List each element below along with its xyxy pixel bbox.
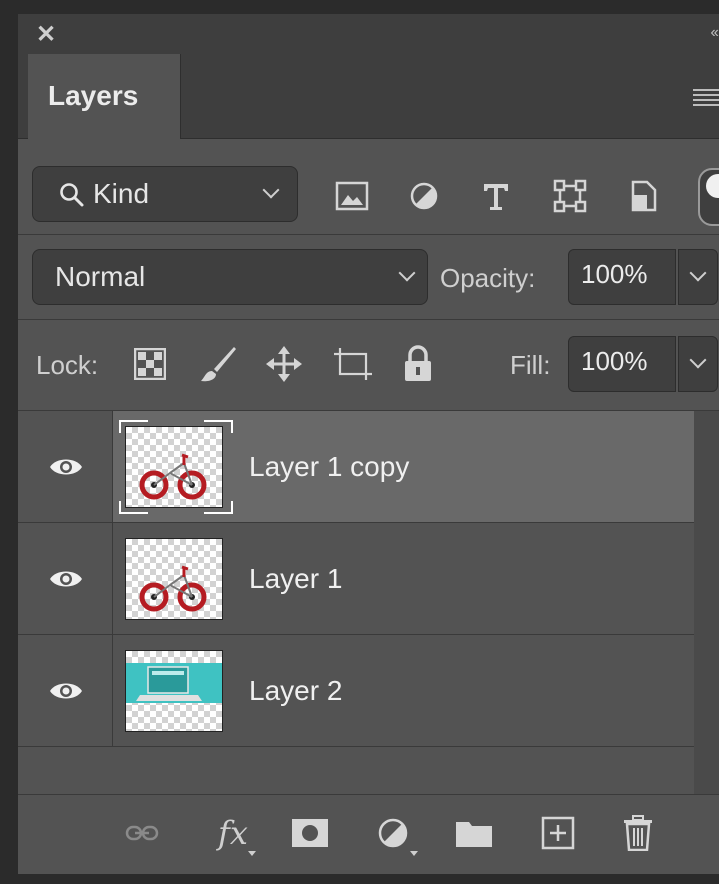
shape-filter-icon[interactable] — [548, 176, 592, 216]
panel-title-bar: ✕ ‹‹ — [18, 14, 719, 54]
fx-icon[interactable]: fx — [208, 813, 258, 856]
lock-transparent-pixels-icon[interactable] — [130, 344, 170, 384]
link-layers-icon[interactable] — [120, 813, 164, 853]
visibility-column — [18, 635, 113, 746]
selection-frame-icon — [119, 420, 233, 514]
chevron-down-icon — [689, 351, 707, 369]
new-layer-icon[interactable] — [536, 813, 580, 853]
layer-thumbnail[interactable] — [125, 538, 223, 620]
fill-input[interactable]: 100% — [568, 336, 676, 392]
dropdown-triangle-icon — [410, 851, 418, 856]
lock-position-icon[interactable] — [262, 344, 306, 384]
blend-row: Normal Opacity: 100% — [18, 235, 719, 320]
kind-filter-label: Kind — [93, 178, 150, 209]
eye-icon[interactable] — [48, 455, 84, 479]
blend-mode-value: Normal — [55, 261, 146, 292]
layers-footer-toolbar: fx — [18, 794, 719, 874]
opacity-input[interactable]: 100% — [568, 249, 676, 305]
tab-layers-label: Layers — [48, 80, 139, 111]
close-icon[interactable]: ✕ — [36, 20, 56, 49]
bicycle-thumbnail-image — [139, 565, 207, 612]
search-icon — [60, 183, 84, 207]
chevron-down-icon — [689, 264, 707, 282]
adjustment-filter-icon[interactable] — [402, 176, 446, 216]
group-folder-icon[interactable] — [452, 813, 496, 853]
layer-name[interactable]: Layer 1 — [249, 563, 342, 595]
laptop-thumbnail-image — [126, 663, 222, 703]
layer-name[interactable]: Layer 1 copy — [249, 451, 409, 483]
kind-filter-dropdown[interactable]: Kind — [32, 166, 298, 222]
panel-menu-icon[interactable] — [693, 89, 719, 107]
fx-label: fx — [218, 814, 248, 852]
eye-icon[interactable] — [48, 567, 84, 591]
layer-row[interactable]: Layer 2 — [18, 635, 694, 747]
visibility-column — [18, 523, 113, 634]
tab-layers[interactable]: Layers — [28, 54, 181, 139]
layers-panel: ✕ ‹‹ Layers Kind Normal Opacity: 100% Lo… — [18, 14, 719, 874]
lock-label: Lock: — [36, 350, 99, 380]
blend-mode-dropdown[interactable]: Normal — [32, 249, 428, 305]
opacity-label: Opacity: — [440, 263, 536, 293]
panel-tab-bar: Layers — [18, 54, 719, 139]
layer-thumbnail[interactable] — [125, 650, 223, 732]
eye-icon[interactable] — [48, 679, 84, 703]
image-filter-icon[interactable] — [330, 176, 374, 216]
chevron-down-icon — [398, 264, 416, 282]
layer-name[interactable]: Layer 2 — [249, 675, 342, 707]
layers-scrollbar[interactable] — [694, 411, 719, 794]
collapse-icon[interactable]: ‹‹ — [710, 24, 719, 42]
fill-label: Fill: — [510, 350, 551, 380]
trash-icon[interactable] — [616, 813, 660, 853]
fill-dropdown-button[interactable] — [678, 336, 718, 392]
opacity-dropdown-button[interactable] — [678, 249, 718, 305]
lock-artboard-icon[interactable] — [330, 344, 378, 384]
mask-icon[interactable] — [288, 813, 332, 853]
lock-all-icon[interactable] — [398, 344, 438, 384]
filter-toggle-knob — [706, 174, 719, 198]
visibility-column — [18, 411, 113, 522]
dropdown-triangle-icon — [248, 851, 256, 856]
smart-object-filter-icon[interactable] — [622, 176, 666, 216]
layer-row[interactable]: Layer 1 — [18, 523, 694, 635]
layer-row[interactable]: Layer 1 copy — [18, 411, 694, 523]
filter-row: Kind — [18, 138, 719, 235]
chevron-down-icon — [262, 181, 280, 199]
lock-image-pixels-icon[interactable] — [196, 344, 240, 384]
lock-row: Lock: Fill: 100% — [18, 320, 719, 411]
filter-toggle-switch[interactable] — [698, 168, 719, 226]
type-filter-icon[interactable] — [474, 176, 518, 216]
adjustment-layer-icon[interactable] — [368, 813, 418, 856]
